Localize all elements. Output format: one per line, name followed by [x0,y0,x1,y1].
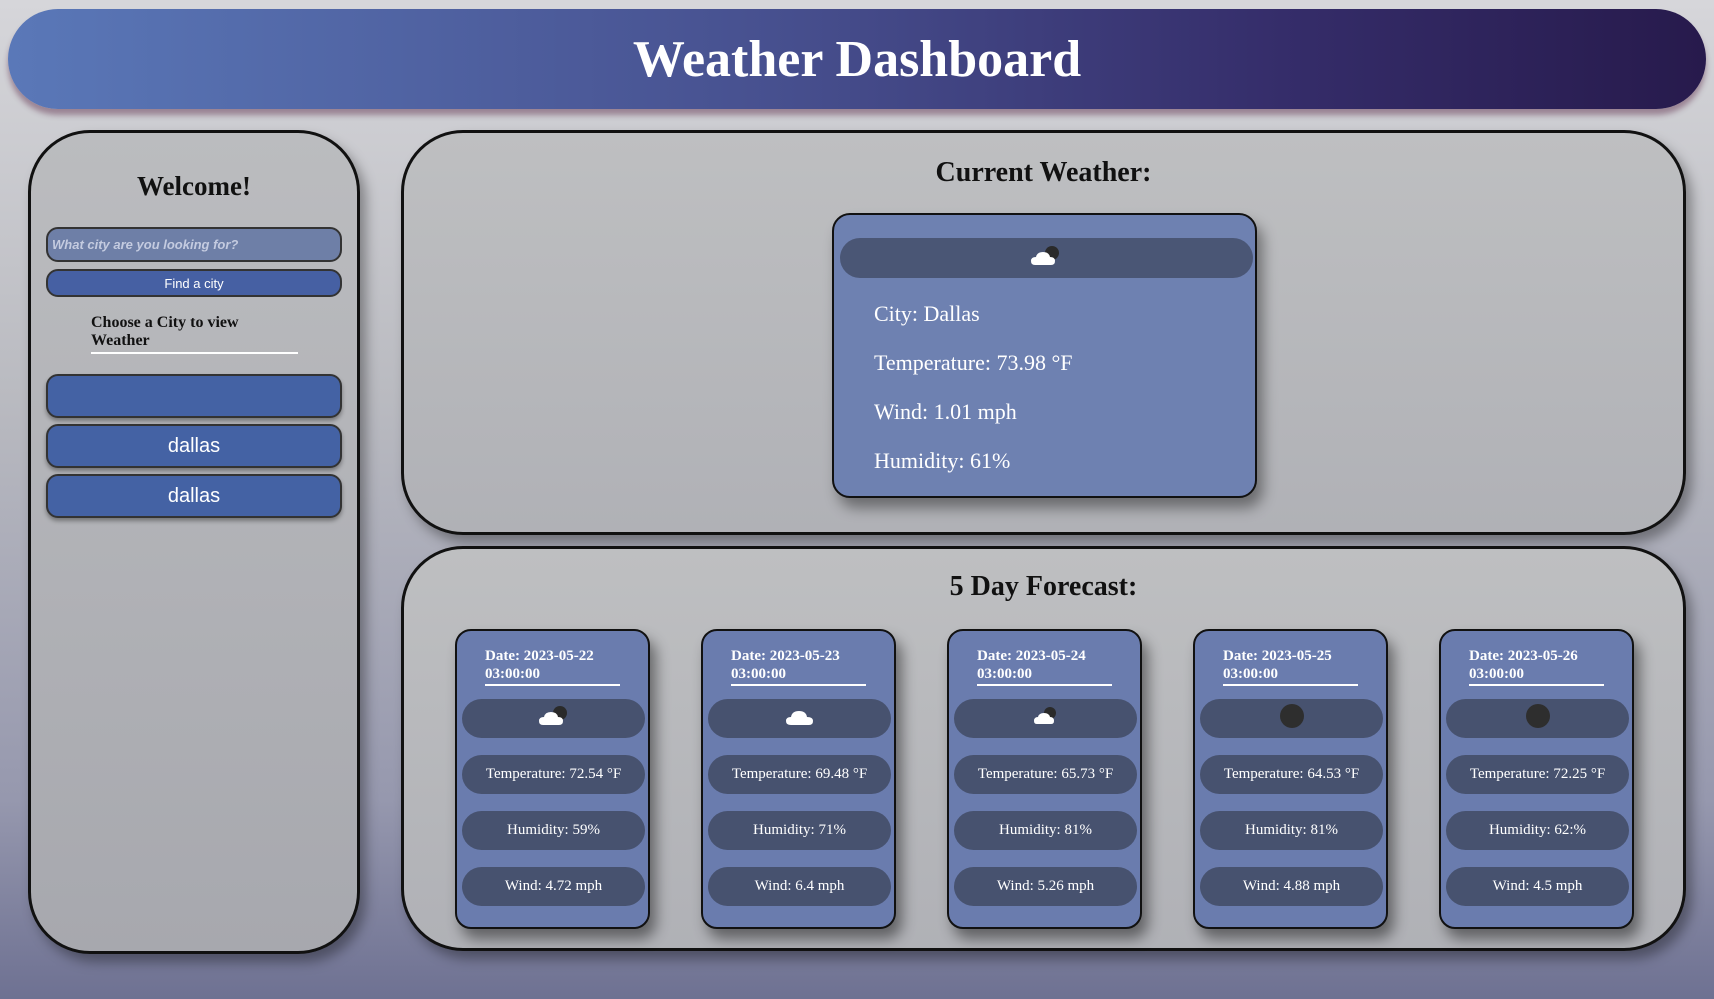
forecast-date: Date: 2023-05-26 03:00:00 [1469,647,1604,686]
forecast-card: Date: 2023-05-23 03:00:00 Temperature: 6… [701,629,896,929]
forecast-title: 5 Day Forecast: [949,571,1138,602]
forecast-icon-bar [708,699,891,738]
cloud-sun-icon [1027,241,1067,276]
city-search-input[interactable] [46,227,342,262]
forecast-card: Date: 2023-05-25 03:00:00 Temperature: 6… [1193,629,1388,929]
current-city: City: Dallas [874,301,980,326]
find-city-button[interactable]: Find a city [46,269,342,297]
current-humidity: Humidity: 61% [874,448,1011,473]
forecast-humidity: Humidity: 81% [954,811,1137,850]
city-history-button[interactable] [46,374,342,418]
forecast-temperature: Temperature: 72.25 °F [1446,755,1629,794]
forecast-date: Date: 2023-05-23 03:00:00 [731,647,866,686]
moon-icon [1279,703,1305,734]
forecast-icon-bar [462,699,645,738]
current-wind: Wind: 1.01 mph [874,399,1017,424]
forecast-card: Date: 2023-05-24 03:00:00 Temperature: 6… [947,629,1142,929]
forecast-icon-bar [1446,699,1629,738]
forecast-panel: 5 Day Forecast: Date: 2023-05-22 03:00:0… [401,546,1686,951]
forecast-temperature: Temperature: 69.48 °F [708,755,891,794]
page-header: Weather Dashboard [8,9,1706,109]
forecast-wind: Wind: 4.5 mph [1446,867,1629,906]
page-title: Weather Dashboard [632,30,1082,88]
forecast-icon-bar [1200,699,1383,738]
forecast-date: Date: 2023-05-22 03:00:00 [485,647,620,686]
forecast-wind: Wind: 4.72 mph [462,867,645,906]
forecast-card: Date: 2023-05-22 03:00:00 Temperature: 7… [455,629,650,929]
current-temperature: Temperature: 73.98 °F [874,350,1073,375]
forecast-humidity: Humidity: 62:% [1446,811,1629,850]
forecast-humidity: Humidity: 59% [462,811,645,850]
forecast-temperature: Temperature: 65.73 °F [954,755,1137,794]
current-weather-title: Current Weather: [935,157,1152,188]
forecast-wind: Wind: 6.4 mph [708,867,891,906]
forecast-wind: Wind: 5.26 mph [954,867,1137,906]
choose-city-label: Choose a City to view Weather [91,314,298,354]
cloud-moon-icon [536,703,572,734]
forecast-wind: Wind: 4.88 mph [1200,867,1383,906]
forecast-temperature: Temperature: 64.53 °F [1200,755,1383,794]
forecast-icon-bar [954,699,1137,738]
current-weather-panel: Current Weather: City: Dallas Temperatur… [401,130,1686,535]
forecast-humidity: Humidity: 81% [1200,811,1383,850]
forecast-temperature: Temperature: 72.54 °F [462,755,645,794]
forecast-date: Date: 2023-05-24 03:00:00 [977,647,1112,686]
forecast-humidity: Humidity: 71% [708,811,891,850]
city-history-button[interactable]: dallas [46,474,342,518]
cloud-icon [782,703,818,734]
weather-icon-bar [840,238,1253,278]
city-history-button[interactable]: dallas [46,424,342,468]
current-weather-card: City: Dallas Temperature: 73.98 °F Wind:… [832,213,1257,498]
moon-icon [1525,703,1551,734]
forecast-date: Date: 2023-05-25 03:00:00 [1223,647,1358,686]
forecast-card: Date: 2023-05-26 03:00:00 Temperature: 7… [1439,629,1634,929]
welcome-heading: Welcome! [137,171,251,201]
sidebar: Welcome! Find a city Choose a City to vi… [28,130,360,954]
cloud-moon-icon [1031,704,1061,733]
